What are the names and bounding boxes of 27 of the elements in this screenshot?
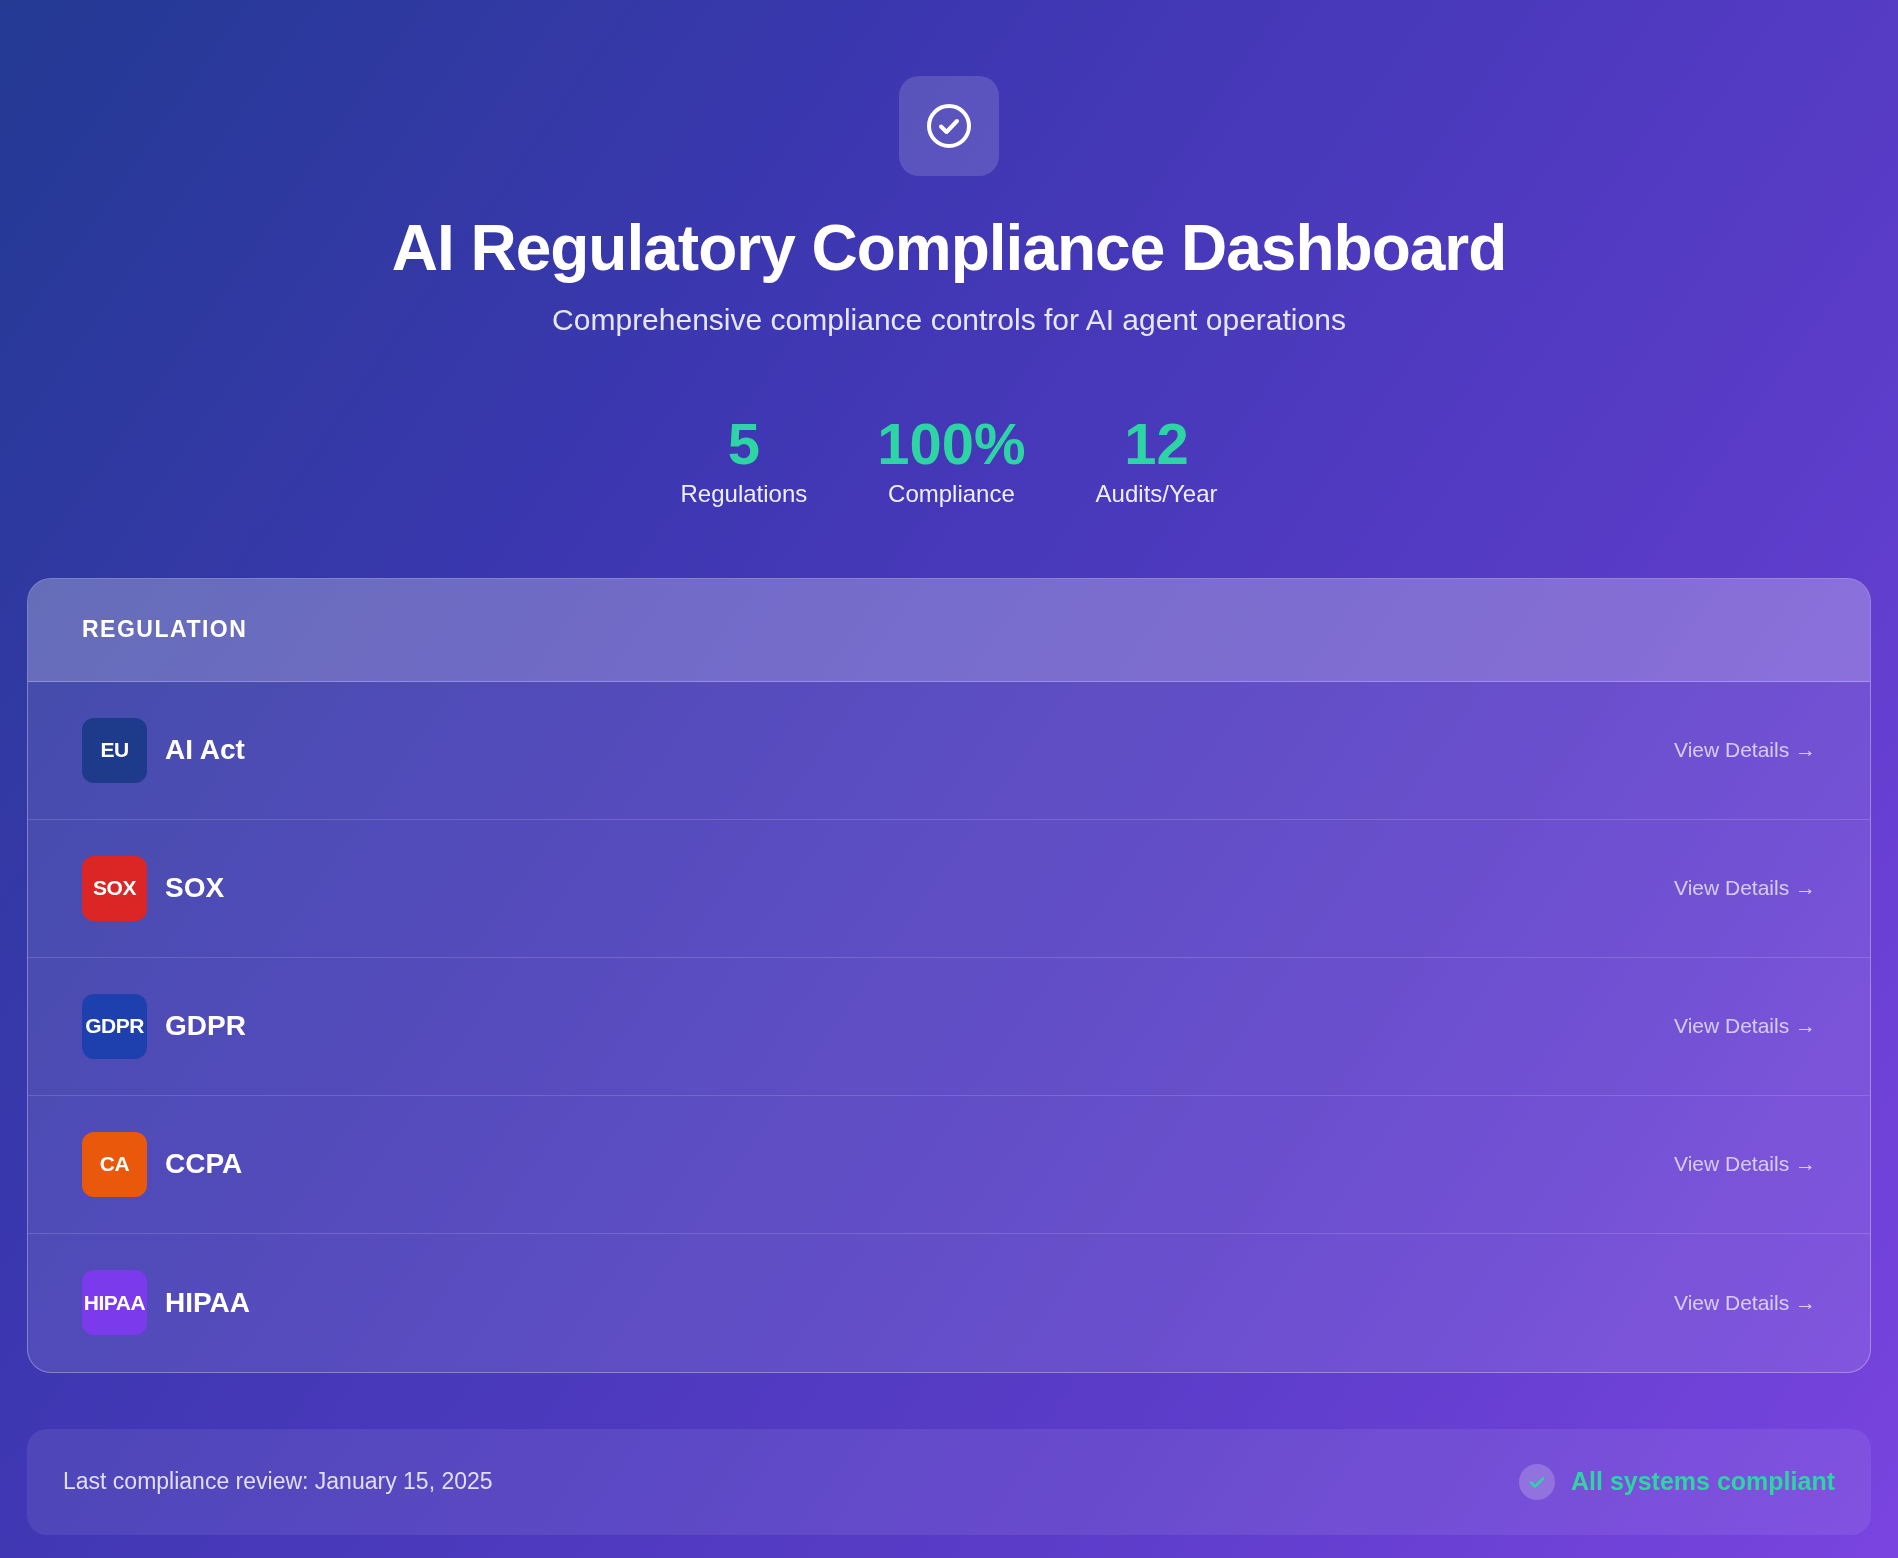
regulation-name: HIPAA	[165, 1285, 251, 1320]
regulation-badge: SOX	[82, 855, 147, 921]
dashboard-title: AI Regulatory Compliance Dashboard	[391, 211, 1507, 286]
view-details-link[interactable]: View Details →	[1674, 1010, 1816, 1042]
view-details-link[interactable]: View Details →	[1674, 1286, 1816, 1319]
stat-label: Compliance	[888, 478, 1015, 509]
regulation-badge: CA	[82, 1131, 147, 1197]
stat-value: 5	[727, 411, 760, 476]
regulation-badge: EU	[82, 717, 147, 783]
dashboard-subtitle: Comprehensive compliance controls for AI agent operations	[552, 301, 1346, 338]
regulation-name: GDPR	[165, 1009, 246, 1044]
stat-value: 100%	[877, 411, 1026, 476]
stat-value: 12	[1124, 411, 1189, 476]
stat-label: Regulations	[680, 478, 808, 509]
column-header: REGULATION	[82, 615, 248, 645]
view-details-link[interactable]: View Details →	[1674, 734, 1816, 766]
stat-label: Audits/Year	[1095, 478, 1218, 509]
regulation-name: AI Act	[165, 733, 245, 768]
view-details-link[interactable]: View Details →	[1674, 1148, 1816, 1180]
regulation-badge: HIPAA	[82, 1270, 147, 1336]
regulation-badge: GDPR	[82, 993, 147, 1059]
view-details-link[interactable]: View Details →	[1674, 872, 1816, 904]
review-date: Last compliance review: January 15, 2025	[63, 1467, 493, 1497]
regulation-name: SOX	[165, 871, 225, 906]
check-icon	[1519, 1463, 1555, 1500]
compliance-status: All systems compliant	[1571, 1465, 1835, 1497]
regulation-name: CCPA	[165, 1147, 243, 1182]
